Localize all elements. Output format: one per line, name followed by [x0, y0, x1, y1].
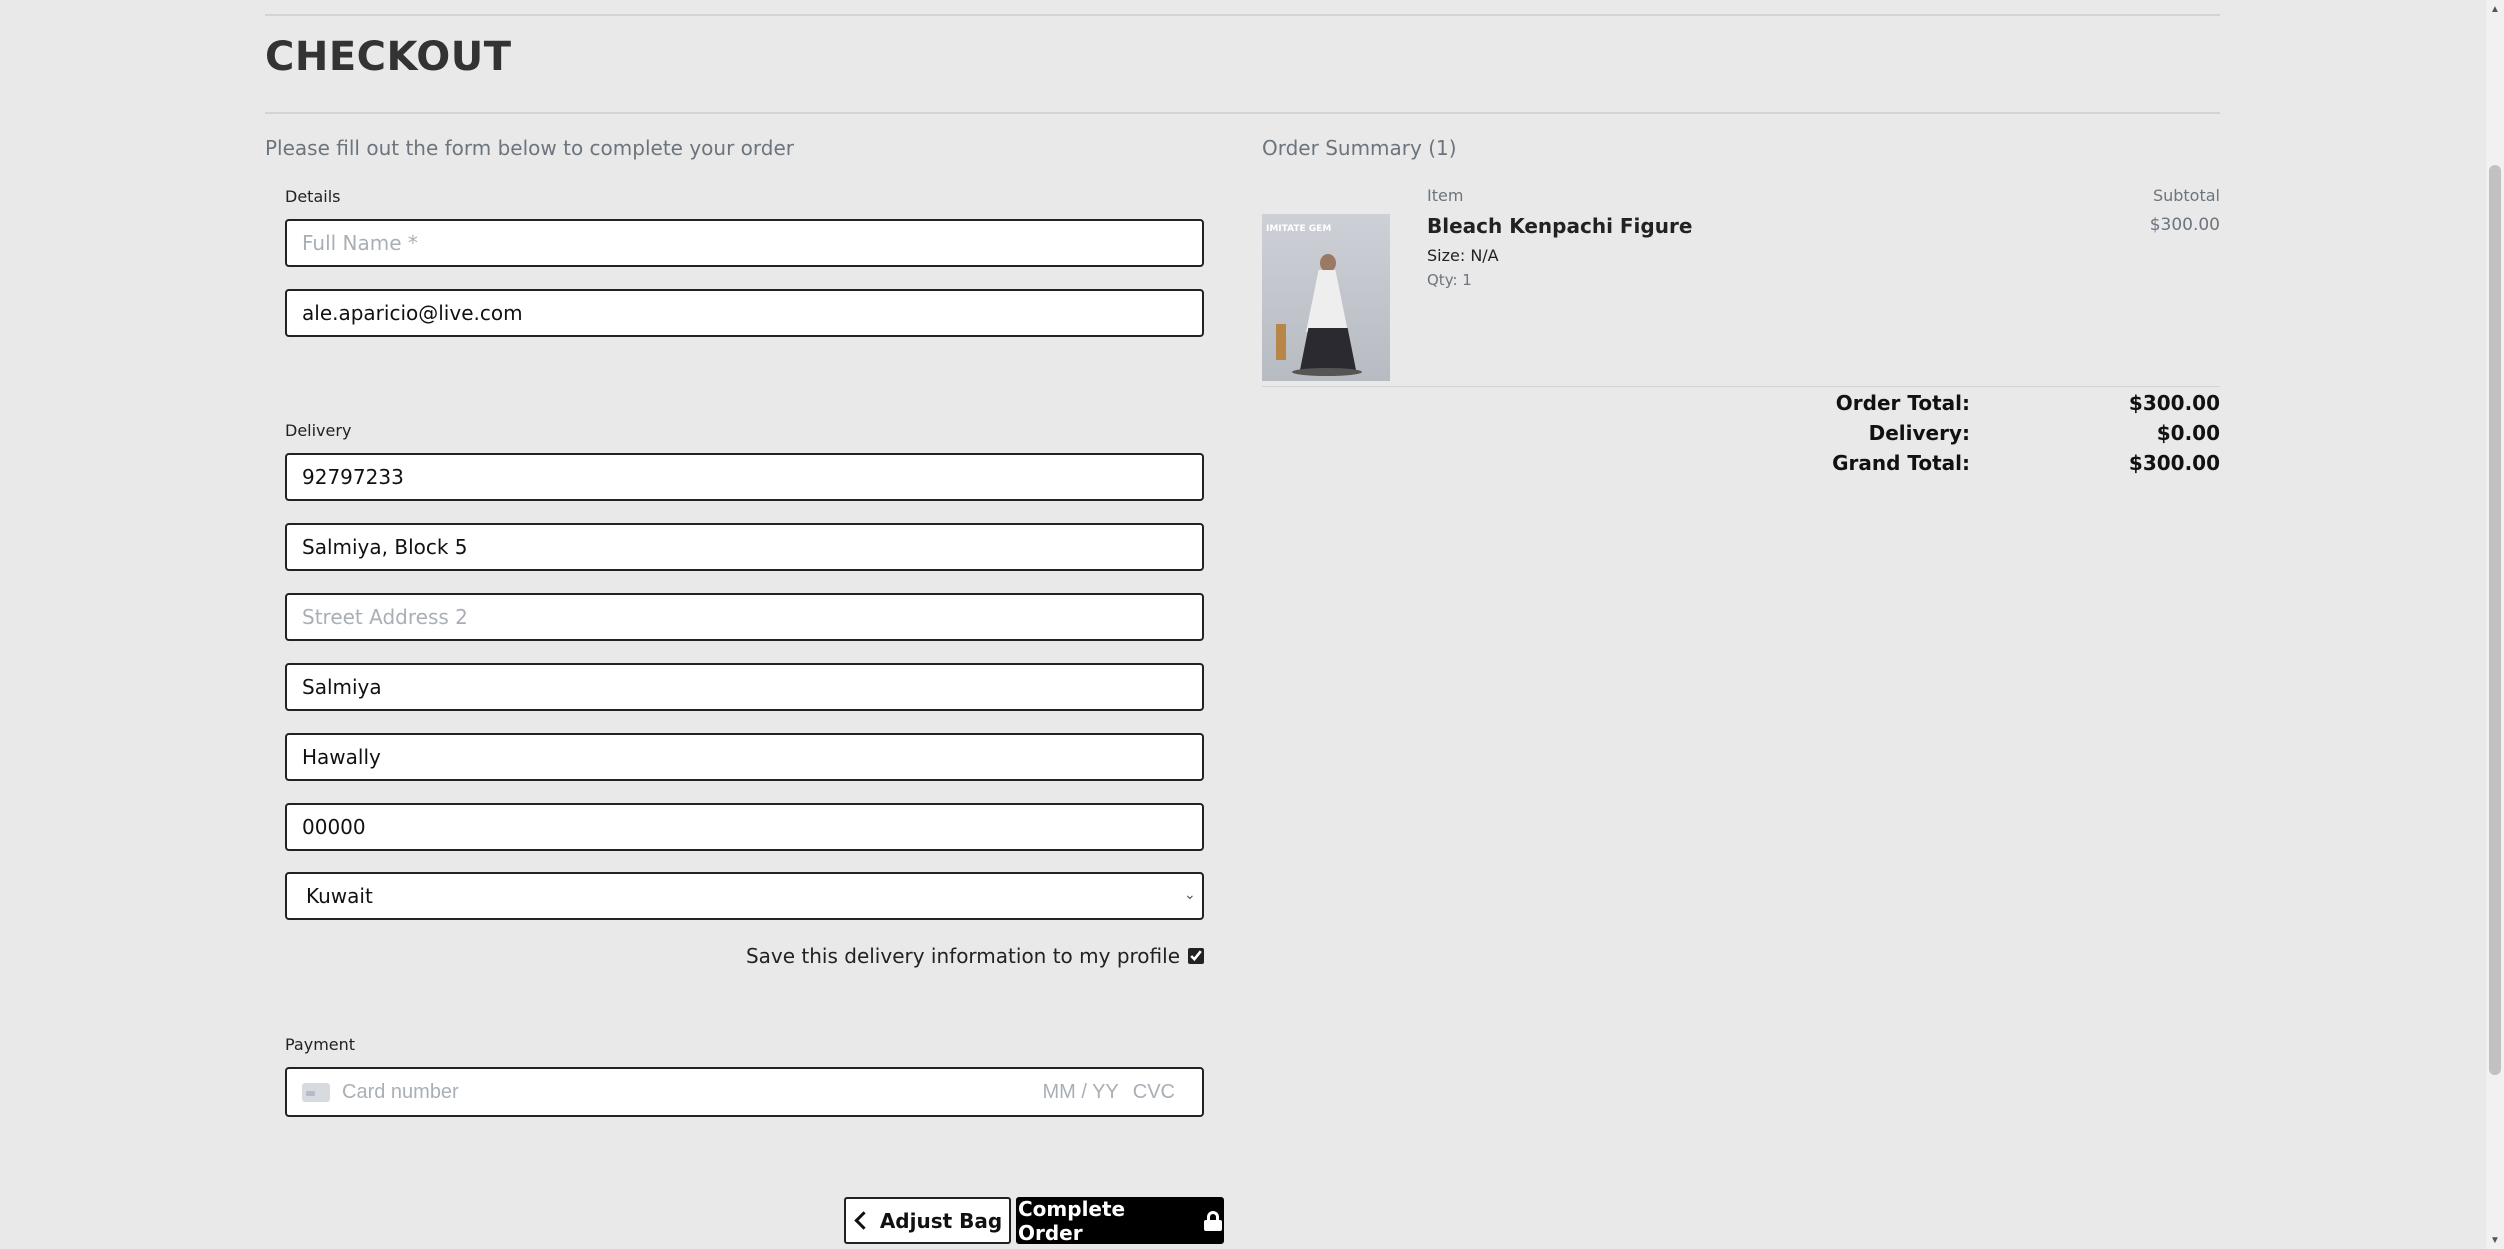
product-name: Bleach Kenpachi Figure — [1427, 214, 1693, 238]
card-number-placeholder[interactable]: Card number — [342, 1081, 1042, 1104]
subtotal-column-header: Subtotal — [2152, 186, 2220, 205]
vertical-scrollbar[interactable]: ▲ ▼ — [2486, 0, 2504, 1249]
complete-order-label: Complete Order — [1018, 1196, 1126, 1245]
product-image-brand: IMITATE GEM — [1266, 224, 1332, 234]
town-input[interactable] — [285, 663, 1204, 711]
scrollbar-thumb[interactable] — [2489, 165, 2501, 1075]
save-info-label: Save this delivery information to my pro… — [745, 944, 1180, 968]
product-qty: Qty: 1 — [1427, 271, 1472, 289]
grand-total-row: Grand Total: $300.00 — [1740, 448, 2220, 478]
order-total-label: Order Total: — [1835, 391, 1970, 415]
product-image: IMITATE GEM — [1262, 214, 1390, 381]
scroll-down-icon[interactable]: ▼ — [2486, 1231, 2504, 1249]
card-element[interactable]: Card number MM / YY CVC — [285, 1067, 1204, 1117]
lock-icon — [1204, 1210, 1223, 1231]
title-divider — [265, 112, 2220, 114]
form-intro: Please fill out the form below to comple… — [265, 136, 794, 160]
adjust-bag-label: Adjust Bag — [879, 1208, 1003, 1233]
county-input[interactable] — [285, 733, 1204, 781]
save-info-checkbox[interactable] — [1188, 948, 1204, 964]
delivery-cost-value: $0.00 — [2156, 421, 2220, 445]
page-title: CHECKOUT — [265, 34, 512, 80]
scroll-up-icon[interactable]: ▲ — [2486, 0, 2504, 18]
order-totals: Order Total: $300.00 Delivery: $0.00 Gra… — [1740, 388, 2220, 478]
grand-total-label: Grand Total: — [1832, 451, 1970, 475]
street-address-2-input[interactable] — [285, 593, 1204, 641]
card-cvc-placeholder[interactable]: CVC — [1133, 1081, 1175, 1104]
order-total-row: Order Total: $300.00 — [1740, 388, 2220, 418]
details-label: Details — [285, 187, 341, 206]
delivery-row: Delivery: $0.00 — [1740, 418, 2220, 448]
product-size: Size: N/A — [1427, 246, 1499, 265]
street-address-1-input[interactable] — [285, 523, 1204, 571]
order-total-value: $300.00 — [2128, 391, 2220, 415]
chevron-left-icon — [854, 1211, 873, 1230]
email-input[interactable] — [285, 289, 1204, 337]
adjust-bag-button[interactable]: Adjust Bag — [844, 1197, 1011, 1244]
phone-input[interactable] — [285, 453, 1204, 501]
product-subtotal: $300.00 — [2149, 215, 2220, 235]
grand-total-value: $300.00 — [2128, 451, 2220, 475]
complete-order-button[interactable]: Complete Order — [1016, 1196, 1224, 1245]
postcode-input[interactable] — [285, 803, 1204, 851]
order-summary-title: Order Summary (1) — [1262, 136, 1457, 160]
country-select[interactable]: Kuwait — [285, 872, 1204, 920]
delivery-label: Delivery — [285, 421, 352, 440]
delivery-cost-label: Delivery: — [1868, 421, 1970, 445]
card-expiry-placeholder[interactable]: MM / YY — [1042, 1081, 1118, 1104]
payment-label: Payment — [285, 1035, 356, 1054]
credit-card-icon — [302, 1082, 330, 1102]
top-divider — [265, 14, 2220, 16]
summary-divider — [1262, 386, 2220, 387]
save-info-row[interactable]: Save this delivery information to my pro… — [700, 944, 1204, 968]
item-column-header: Item — [1427, 186, 1464, 205]
full-name-input[interactable] — [285, 219, 1204, 267]
